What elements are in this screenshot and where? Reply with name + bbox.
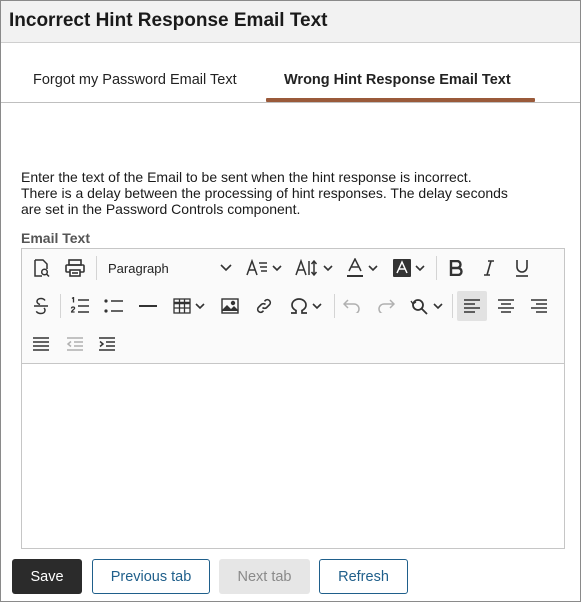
table-icon [173,298,191,314]
print-icon [64,258,86,278]
undo-icon [343,299,361,313]
justify-button[interactable] [28,330,54,358]
chevron-down-icon [368,264,378,272]
active-tab-indicator [266,98,535,102]
description-line: There is a delay between the processing … [21,185,508,201]
toolbar-separator [96,256,97,280]
align-center-icon [497,298,515,314]
outdent-button[interactable] [62,330,88,358]
redo-icon [377,299,395,313]
numbered-list-icon [70,297,90,315]
link-icon [255,297,273,315]
find-replace-dropdown[interactable] [404,292,448,320]
preview-icon [31,258,51,278]
next-tab-button[interactable]: Next tab [219,559,310,594]
font-size-dropdown[interactable] [244,254,284,282]
editor-toolbar: Paragraph [22,249,564,364]
outdent-icon [66,336,84,352]
background-color-dropdown[interactable] [388,254,430,282]
indent-icon [98,336,116,352]
strikethrough-button[interactable] [28,292,54,320]
previous-tab-button[interactable]: Previous tab [92,559,210,594]
email-text-label: Email Text [21,230,90,246]
font-family-dropdown[interactable] [292,254,336,282]
text-color-icon [346,258,364,278]
save-button[interactable]: Save [12,559,82,594]
redo-button[interactable] [372,292,400,320]
description-text: Enter the text of the Email to be sent w… [21,169,561,217]
preview-button[interactable] [28,254,54,282]
special-character-icon [290,298,308,314]
refresh-button[interactable]: Refresh [319,559,408,594]
align-center-button[interactable] [492,292,520,320]
strikethrough-icon [33,297,49,315]
special-character-dropdown[interactable] [284,292,328,320]
chevron-down-icon [415,264,425,272]
bold-icon [449,260,463,276]
image-icon [221,298,239,314]
email-text-content-area[interactable] [22,364,564,548]
text-color-dropdown[interactable] [342,254,382,282]
chevron-down-icon [312,302,322,310]
description-line: are set in the Password Controls compone… [21,201,301,217]
print-button[interactable] [62,254,88,282]
horizontal-line-icon [139,304,157,308]
italic-icon [483,260,495,276]
numbered-list-button[interactable] [66,292,94,320]
chevron-down-icon [220,264,232,272]
tab-wrong-hint-response-email-text[interactable]: Wrong Hint Response Email Text [284,72,511,88]
toolbar-separator [436,256,437,280]
toolbar-separator [60,294,61,318]
underline-icon [515,259,529,277]
tab-forgot-password-email-text[interactable]: Forgot my Password Email Text [33,72,237,88]
italic-button[interactable] [475,254,503,282]
horizontal-line-button[interactable] [134,292,162,320]
bulleted-list-icon [104,298,124,314]
chevron-down-icon [433,302,443,310]
font-size-icon [246,259,268,277]
toolbar-separator [334,294,335,318]
bulleted-list-button[interactable] [100,292,128,320]
bold-button[interactable] [442,254,470,282]
indent-button[interactable] [94,330,120,358]
underline-button[interactable] [508,254,536,282]
chevron-down-icon [195,302,205,310]
find-replace-icon [409,297,429,315]
toolbar-separator [452,294,453,318]
tab-bar: Forgot my Password Email Text Wrong Hint… [1,43,580,103]
table-dropdown[interactable] [168,292,210,320]
description-line: Enter the text of the Email to be sent w… [21,169,472,185]
insert-link-button[interactable] [250,292,278,320]
insert-image-button[interactable] [216,292,244,320]
rich-text-editor: Paragraph [21,248,565,549]
block-format-value: Paragraph [108,260,169,276]
align-left-icon [463,298,481,314]
background-color-icon [393,259,411,277]
justify-icon [32,336,50,352]
align-right-icon [530,298,548,314]
chevron-down-icon [323,264,333,272]
block-format-dropdown[interactable]: Paragraph [106,254,234,282]
align-right-button[interactable] [525,292,553,320]
align-left-button[interactable] [457,291,487,321]
undo-button[interactable] [338,292,366,320]
chevron-down-icon [272,264,282,272]
font-family-icon [295,259,319,277]
page-header: Incorrect Hint Response Email Text [1,1,580,43]
page-title: Incorrect Hint Response Email Text [9,10,328,31]
page-frame: Incorrect Hint Response Email Text Forgo… [0,0,581,602]
